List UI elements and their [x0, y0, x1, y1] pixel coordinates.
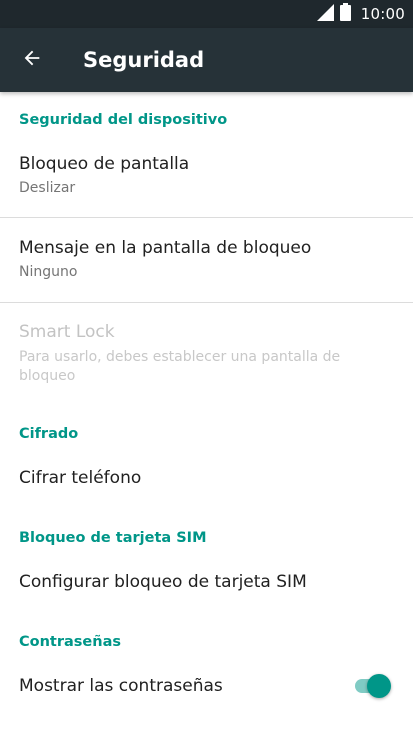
screen-lock-subtitle: Deslizar: [19, 180, 76, 196]
status-time: 10:00: [360, 5, 405, 23]
divider: [0, 302, 413, 303]
section-header-sim-lock: Bloqueo de tarjeta SIM: [19, 530, 207, 546]
encrypt-phone-item[interactable]: Cifrar teléfono: [0, 454, 413, 504]
back-arrow-icon: [21, 47, 43, 73]
divider: [0, 217, 413, 218]
signal-icon: [316, 3, 334, 25]
screen-lock-title: Bloqueo de pantalla: [19, 154, 190, 174]
status-bar: 10:00: [0, 0, 413, 28]
show-passwords-toggle[interactable]: [353, 674, 391, 698]
lock-screen-message-title: Mensaje en la pantalla de bloqueo: [19, 238, 312, 258]
lock-screen-message-subtitle: Ninguno: [19, 264, 78, 280]
show-passwords-item[interactable]: Mostrar las contraseñas: [0, 662, 413, 712]
configure-sim-lock-item[interactable]: Configurar bloqueo de tarjeta SIM: [0, 558, 413, 608]
section-header-device-security: Seguridad del dispositivo: [19, 112, 228, 128]
lock-screen-message-item[interactable]: Mensaje en la pantalla de bloqueo Ningun…: [0, 228, 413, 302]
toggle-thumb: [367, 674, 391, 698]
encrypt-phone-title: Cifrar teléfono: [19, 468, 142, 488]
section-header-encryption: Cifrado: [19, 426, 79, 442]
app-bar: Seguridad: [0, 28, 413, 92]
back-button[interactable]: [14, 42, 50, 78]
status-icons: 10:00: [316, 0, 405, 28]
section-header-passwords: Contraseñas: [19, 634, 121, 650]
configure-sim-lock-title: Configurar bloqueo de tarjeta SIM: [19, 572, 307, 592]
smart-lock-subtitle: Para usarlo, debes establecer una pantal…: [19, 349, 341, 384]
show-passwords-title: Mostrar las contraseñas: [19, 676, 223, 696]
page-title: Seguridad: [83, 48, 205, 72]
smart-lock-item: Smart Lock Para usarlo, debes establecer…: [0, 314, 413, 394]
battery-icon: [339, 3, 351, 25]
screen-lock-item[interactable]: Bloqueo de pantalla Deslizar: [0, 144, 413, 217]
smart-lock-title: Smart Lock: [19, 322, 115, 342]
